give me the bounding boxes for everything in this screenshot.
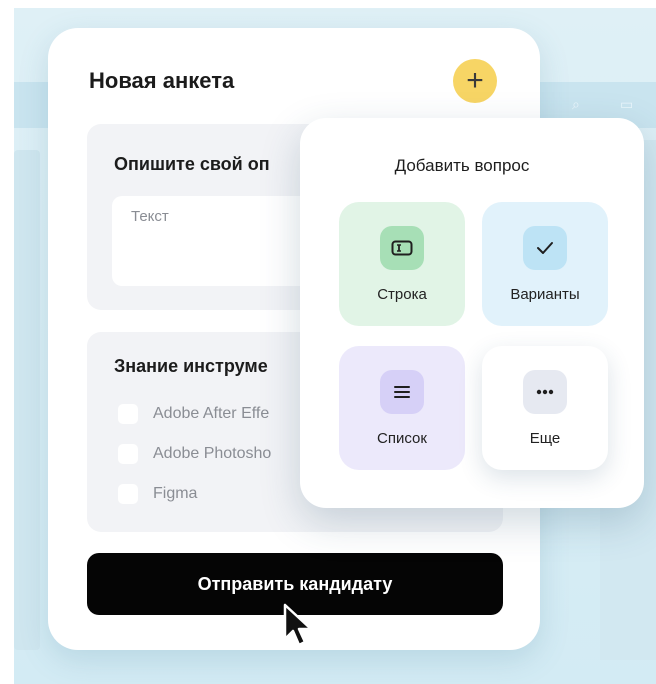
question-title: Опишите свой оп bbox=[114, 154, 270, 174]
tile-more[interactable]: Еще bbox=[482, 346, 608, 470]
add-question-button[interactable]: + bbox=[453, 59, 497, 103]
answer-placeholder: Текст bbox=[131, 208, 169, 225]
option-row[interactable]: Adobe After Effe bbox=[118, 404, 269, 424]
window-icon: ▭ bbox=[620, 96, 634, 112]
option-label: Adobe Photosho bbox=[153, 445, 272, 462]
more-dots-icon bbox=[523, 370, 567, 414]
option-row[interactable]: Adobe Photosho bbox=[118, 444, 271, 464]
checkbox[interactable] bbox=[118, 404, 138, 424]
mouse-cursor-icon bbox=[283, 603, 313, 647]
form-title: Новая анкета bbox=[89, 68, 235, 93]
add-question-popup: Добавить вопрос Строка Варианты Список Е… bbox=[300, 118, 644, 508]
option-label: Adobe After Effe bbox=[153, 405, 270, 422]
tile-label: Список bbox=[377, 430, 427, 447]
tile-text-line[interactable]: Строка bbox=[339, 202, 465, 326]
text-field-icon bbox=[380, 226, 424, 270]
question-title: Знание инструме bbox=[114, 356, 268, 376]
option-label: Figma bbox=[153, 485, 198, 502]
background-left-panel bbox=[14, 150, 40, 650]
checkmark-icon bbox=[523, 226, 567, 270]
tile-label: Еще bbox=[529, 430, 561, 447]
option-row[interactable]: Figma bbox=[118, 484, 197, 504]
search-icon: ⌕ bbox=[572, 96, 580, 112]
plus-icon: + bbox=[466, 64, 484, 97]
tile-list[interactable]: Список bbox=[339, 346, 465, 470]
tile-variants[interactable]: Варианты bbox=[482, 202, 608, 326]
tile-label: Варианты bbox=[510, 286, 580, 303]
popup-title: Добавить вопрос bbox=[394, 156, 530, 175]
list-icon bbox=[380, 370, 424, 414]
tile-label: Строка bbox=[377, 286, 427, 303]
checkbox[interactable] bbox=[118, 484, 138, 504]
checkbox[interactable] bbox=[118, 444, 138, 464]
